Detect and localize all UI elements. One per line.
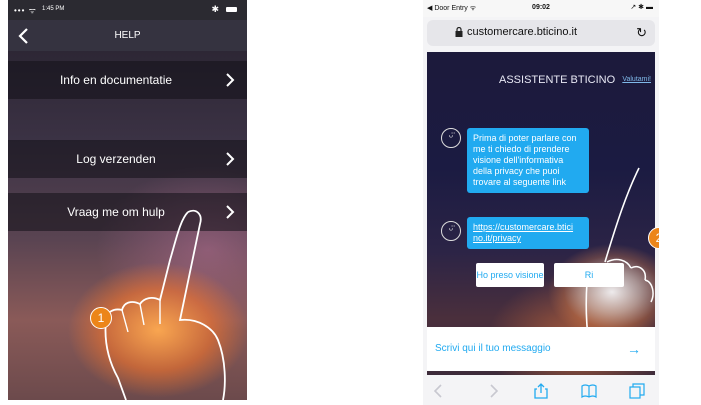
phone-chat-screen: ◀ Door Entry ᯤ 09:02 ↗ ✱ ▬ customercare.… (423, 0, 659, 405)
bookmarks-icon[interactable] (581, 383, 597, 399)
bot-avatar-icon: ᵕ̈ (441, 221, 461, 241)
signal-indicator: ••• ᯤ (14, 6, 37, 15)
status-bar: ◀ Door Entry ᯤ 09:02 ↗ ✱ ▬ (423, 0, 659, 17)
reload-icon[interactable]: ↻ (636, 25, 647, 41)
address-bar[interactable]: customercare.bticino.it ↻ (427, 20, 655, 46)
send-arrow-icon[interactable]: → (627, 341, 641, 357)
status-icons: ↗ ✱ ▬ (630, 4, 653, 11)
status-time: 09:02 (532, 4, 550, 11)
menu-item-label: Log verzenden (76, 152, 156, 166)
menu-item-label: Info en documentatie (59, 73, 173, 87)
phone-help-screen: ••• ᯤ 1:45 PM ✱ HELP Info en documentati… (8, 0, 247, 400)
pointing-hand-icon (104, 209, 226, 400)
status-time: 1:45 PM (42, 6, 65, 12)
page-title: HELP (114, 30, 141, 41)
rate-link[interactable]: Valutami! (622, 76, 651, 83)
chevron-right-icon (226, 73, 235, 87)
forward-arrow-icon[interactable] (485, 383, 501, 399)
chevron-right-icon (226, 152, 235, 166)
header: HELP (8, 20, 247, 51)
bot-avatar-icon: ᵕ̈ (441, 128, 461, 148)
url-text: customercare.bticino.it (467, 26, 578, 38)
browser-toolbar (423, 375, 659, 405)
menu-item-send-log[interactable]: Log verzenden (8, 140, 247, 178)
ho-preso-visione-button[interactable]: Ho preso visione (476, 263, 544, 287)
share-icon[interactable] (533, 383, 549, 399)
menu-item-info[interactable]: Info en documentatie (8, 61, 247, 99)
step-badge: 1 (90, 307, 112, 329)
message-input[interactable]: Scrivi qui il tuo messaggio → (427, 327, 655, 371)
message-placeholder: Scrivi qui il tuo messaggio (435, 343, 551, 354)
back-arrow-icon[interactable] (431, 383, 447, 399)
bluetooth-icon: ✱ (211, 4, 219, 14)
tabs-icon[interactable] (629, 383, 645, 399)
status-bar: ••• ᯤ 1:45 PM ✱ (8, 0, 247, 20)
battery-icon (226, 7, 237, 12)
lock-icon (455, 27, 463, 37)
chat-title: ASSISTENTE BTICINO (499, 74, 616, 86)
